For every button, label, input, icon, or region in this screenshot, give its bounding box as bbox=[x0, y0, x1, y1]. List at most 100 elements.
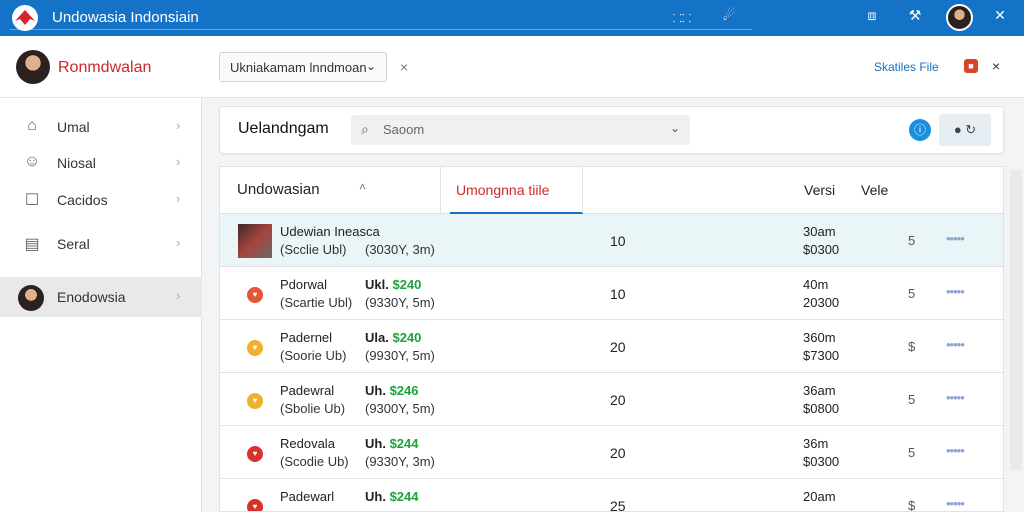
row-thumbnail bbox=[238, 224, 272, 258]
row-qty: 10 bbox=[610, 233, 626, 249]
window-toggle-icon[interactable]: ⧈ bbox=[862, 7, 882, 24]
row-name: Udewian Ineasca bbox=[280, 224, 380, 239]
brand-name: Ronmdwalan bbox=[58, 59, 152, 76]
row-tag: Ula. $240 bbox=[365, 330, 421, 345]
sidebar-item-niosal[interactable]: ☺ Niosal › bbox=[0, 143, 202, 183]
data-table: Undowasian ˄ Umongnna tiile Versi Vele U… bbox=[219, 166, 1004, 512]
row-sub2: (3030Y, 3m) bbox=[365, 242, 435, 257]
chevron-right-icon: › bbox=[176, 118, 181, 133]
row-tag-prefix: Uh. bbox=[365, 383, 386, 398]
row-tag-value: $246 bbox=[389, 383, 419, 398]
tab-active[interactable]: Umongnna tiile bbox=[450, 167, 583, 214]
row-menu-icon[interactable]: ••••• bbox=[946, 443, 965, 458]
row-sub: (Scartie Ubl) bbox=[280, 295, 353, 310]
row-name: Padernel bbox=[280, 330, 333, 345]
sidebar-item-label: Niosal bbox=[57, 155, 96, 171]
info-icon[interactable]: ⓘ bbox=[909, 119, 931, 141]
vertical-scrollbar[interactable] bbox=[1010, 170, 1022, 470]
title-settings-icon[interactable]: ☄ bbox=[719, 7, 739, 24]
row-tag: Uh. $244 bbox=[365, 436, 419, 451]
table-row[interactable]: ♥ Padewarl Uh. $244 25 20am $ ••••• bbox=[220, 479, 1003, 512]
alert-icon[interactable]: ■ bbox=[964, 59, 978, 73]
refresh-button[interactable]: ● ↻ bbox=[939, 114, 991, 146]
row-tag: Uh. $246 bbox=[365, 383, 419, 398]
sidebar-item-label: Enodowsia bbox=[57, 289, 126, 305]
column-header-vele[interactable]: Vele bbox=[861, 182, 888, 198]
row-tag: Ukl. $240 bbox=[365, 277, 421, 292]
search-input[interactable]: ⌕ Saoom ⌄ bbox=[351, 115, 690, 145]
column-header-name[interactable]: Undowasian bbox=[237, 181, 320, 198]
status-icon: ♥ bbox=[247, 446, 263, 462]
clear-icon[interactable]: × bbox=[400, 59, 408, 75]
row-value: $ bbox=[908, 498, 916, 512]
chevron-right-icon: › bbox=[176, 154, 181, 169]
sort-asc-icon[interactable]: ˄ bbox=[359, 180, 366, 194]
row-version: 20am bbox=[803, 489, 836, 504]
row-qty: 20 bbox=[610, 339, 626, 355]
row-menu-icon[interactable]: ••••• bbox=[946, 284, 965, 299]
status-icon: ♥ bbox=[247, 340, 263, 356]
chevron-right-icon: › bbox=[176, 288, 181, 303]
sidebar-item-cacidos[interactable]: ☐ Cacidos › bbox=[0, 180, 202, 220]
window-close-icon[interactable]: ✕ bbox=[990, 7, 1010, 24]
sidebar-item-seral[interactable]: ▤ Seral › bbox=[0, 224, 202, 264]
row-version: 360m bbox=[803, 330, 836, 345]
row-value: 5 bbox=[908, 286, 916, 301]
row-tag-value: $244 bbox=[389, 489, 419, 504]
row-version: 30am bbox=[803, 224, 836, 239]
sidebar-item-enodowsia[interactable]: Enodowsia › bbox=[0, 277, 202, 317]
user-avatar[interactable] bbox=[946, 4, 973, 31]
chevron-down-icon[interactable]: ⌄ bbox=[670, 121, 680, 135]
app-logo-icon bbox=[12, 5, 38, 31]
chevron-right-icon: › bbox=[176, 235, 181, 250]
pin-icon[interactable]: ⚒ bbox=[905, 7, 925, 24]
row-name: Padewral bbox=[280, 383, 335, 398]
table-row[interactable]: ♥ Padernel (Soorie Ub) Ula. $240 (9930Y, 5m)… bbox=[220, 320, 1003, 373]
row-menu-icon[interactable]: ••••• bbox=[946, 231, 965, 246]
search-icon: ⌕ bbox=[361, 121, 369, 137]
table-row[interactable]: Udewian Ineasca (Scclie Ubl) (3030Y, 3m) 1… bbox=[220, 214, 1003, 267]
row-menu-icon[interactable]: ••••• bbox=[946, 390, 965, 405]
sidebar-item-label: Umal bbox=[57, 119, 90, 135]
file-link[interactable]: Skatiles File bbox=[874, 60, 939, 74]
project-select[interactable]: Ukniakamam lnndmoan ⌄ bbox=[219, 52, 387, 82]
row-sub: (Sbolie Ub) bbox=[280, 401, 346, 416]
status-icon: ♥ bbox=[247, 393, 263, 409]
row-price: $0300 bbox=[803, 454, 840, 469]
row-sub2: (9330Y, 3m) bbox=[365, 454, 435, 469]
home-icon: ⌂ bbox=[27, 117, 37, 134]
row-menu-icon[interactable]: ••••• bbox=[946, 337, 965, 352]
toolbar: Ronmdwalan Ukniakamam lnndmoan ⌄ × Skati… bbox=[0, 36, 1024, 98]
close-icon[interactable]: × bbox=[992, 58, 1000, 74]
row-value: 5 bbox=[908, 392, 916, 407]
row-menu-icon[interactable]: ••••• bbox=[946, 496, 965, 511]
chevron-down-icon: ⌄ bbox=[365, 59, 376, 73]
row-tag-prefix: Uh. bbox=[365, 489, 386, 504]
table-row[interactable]: ♥ Redovala (Scodie Ub) Uh. $244 (9330Y, 3m) 2… bbox=[220, 426, 1003, 479]
sidebar-item-label: Cacidos bbox=[57, 192, 108, 208]
profile-avatar[interactable] bbox=[16, 50, 50, 84]
row-sub2: (9300Y, 5m) bbox=[365, 401, 435, 416]
row-sub2: (9330Y, 5m) bbox=[365, 295, 435, 310]
row-price: $0300 bbox=[803, 242, 840, 257]
table-row[interactable]: ♥ Padewral (Sbolie Ub) Uh. $246 (9300Y, 5m) 2… bbox=[220, 373, 1003, 426]
user-icon: ☺ bbox=[23, 153, 41, 170]
title-dots-icon[interactable]: ⸬⸬ bbox=[670, 11, 694, 26]
row-name: Redovala bbox=[280, 436, 335, 451]
main-content: Uelandngam ⌕ Saoom ⌄ ⓘ ● ↻ Undowasian ˄ … bbox=[202, 98, 1024, 512]
section-heading: Uelandngam bbox=[238, 120, 329, 137]
row-tag-prefix: Ukl. bbox=[365, 277, 389, 292]
sidebar-item-umal[interactable]: ⌂ Umal › bbox=[0, 107, 202, 147]
row-sub2: (9930Y, 5m) bbox=[365, 348, 435, 363]
tab-label: Umongnna tiile bbox=[456, 182, 550, 198]
column-header-versi[interactable]: Versi bbox=[804, 182, 835, 198]
row-version: 40m bbox=[803, 277, 829, 292]
row-tag-prefix: Ula. bbox=[365, 330, 389, 345]
search-panel: Uelandngam ⌕ Saoom ⌄ ⓘ ● ↻ bbox=[219, 106, 1004, 154]
row-tag-value: $240 bbox=[392, 330, 422, 345]
table-row[interactable]: ♥ Pdorwal (Scartie Ubl) Ukl. $240 (9330Y, 5m… bbox=[220, 267, 1003, 320]
row-value: 5 bbox=[908, 233, 916, 248]
row-qty: 20 bbox=[610, 392, 626, 408]
folder-icon: ▤ bbox=[24, 236, 40, 253]
row-qty: 20 bbox=[610, 445, 626, 461]
